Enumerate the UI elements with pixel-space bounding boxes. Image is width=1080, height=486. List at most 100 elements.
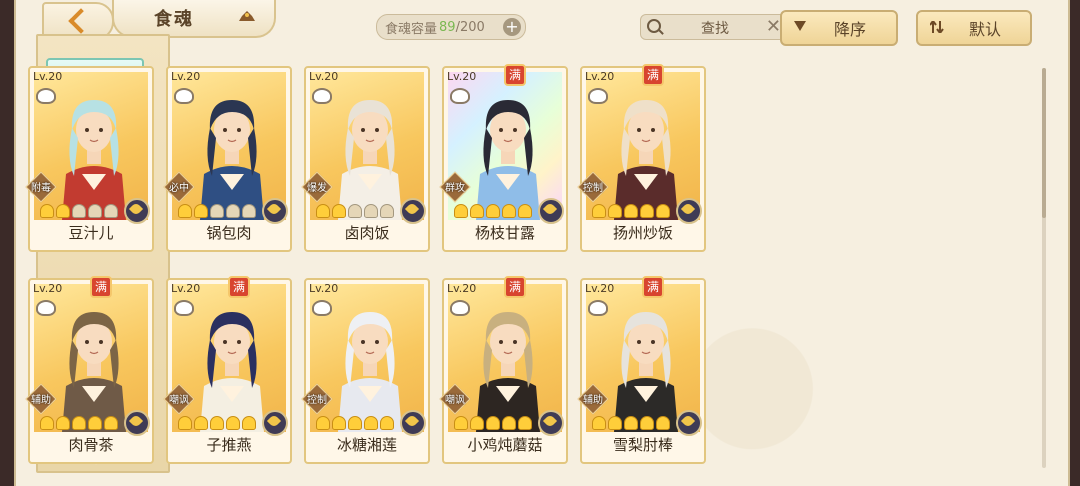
soul-card[interactable]: Lv.20 爆发 卤肉饭 [301,66,430,252]
star-icon [502,416,516,430]
star-icon [40,204,54,218]
star-rating [40,416,126,430]
star-icon [72,204,86,218]
capacity-max: /200 [455,19,485,35]
character-portrait [338,312,402,432]
role-badge: 辅助 [25,383,57,415]
search-icon [647,19,661,33]
star-icon [656,416,670,430]
element-icon [538,198,564,224]
character-portrait [200,312,264,432]
sort-arrows-icon [930,21,944,33]
add-capacity-button[interactable]: + [503,18,521,36]
soul-card[interactable]: Lv.20 满 嘲讽 小鸡炖蘑菇 [439,278,568,464]
star-icon [242,416,256,430]
max-badge: 满 [506,66,524,84]
page-title: 食魂 [154,9,194,30]
soul-card[interactable]: Lv.20 满 控制 扬州炒饭 [577,66,706,252]
role-badge: 辅助 [577,383,609,415]
star-icon [454,204,468,218]
element-icon [124,198,150,224]
soul-card[interactable]: Lv.20 满 辅助 雪梨肘棒 [577,278,706,464]
food-bowl-icon [450,88,470,104]
star-icon [454,416,468,430]
character-portrait [200,100,264,220]
card-name: 卤肉饭 [344,224,390,242]
star-icon [332,416,346,430]
star-rating [40,204,126,218]
card-name: 锅包肉 [206,224,252,242]
star-icon [178,204,192,218]
character-portrait [338,100,402,220]
character-portrait [614,312,678,432]
star-icon [316,204,330,218]
star-icon [624,204,638,218]
character-portrait [62,312,126,432]
role-label: 附毒 [31,183,51,194]
star-rating [178,204,264,218]
star-icon [226,416,240,430]
card-name: 扬州炒饭 [612,224,673,242]
card-level: Lv.20 [585,282,615,295]
game-frame: 食魂 食魂容量 89 /200 + 查找 ✕ 降序 默认 Lv.20 附毒 豆汁… [14,0,1070,486]
soul-card[interactable]: Lv.20 满 嘲讽 子推燕 [163,278,292,464]
star-icon [470,416,484,430]
hat-icon [239,11,255,21]
sort-order-button[interactable]: 降序 [780,10,898,46]
search-box[interactable]: 查找 ✕ [640,14,788,40]
sort-order-label: 降序 [833,20,866,39]
star-icon [40,416,54,430]
soul-card[interactable]: Lv.20 必中 锅包肉 [163,66,292,252]
role-label: 控制 [583,183,603,194]
card-level: Lv.20 [171,282,201,295]
role-label: 嘲讽 [169,395,189,406]
star-rating [178,416,264,430]
star-icon [194,204,208,218]
triangle-down-icon [794,21,806,31]
star-icon [210,204,224,218]
role-label: 群攻 [445,183,465,194]
search-input[interactable]: 查找 [701,18,729,38]
clear-search-icon[interactable]: ✕ [766,16,781,37]
star-icon [592,416,606,430]
capacity-label: 食魂容量 [385,21,438,37]
max-badge: 满 [230,278,248,296]
card-name: 杨枝甘露 [474,224,535,242]
star-icon [608,204,622,218]
role-badge: 嘲讽 [439,383,471,415]
star-icon [56,416,70,430]
star-rating [454,416,540,430]
card-level: Lv.20 [309,282,339,295]
soul-card[interactable]: Lv.20 满 群攻 杨枝甘露 [439,66,568,252]
element-icon [676,198,702,224]
star-icon [518,204,532,218]
soul-card[interactable]: Lv.20 控制 冰糖湘莲 [301,278,430,464]
star-icon [210,416,224,430]
role-label: 爆发 [307,183,327,194]
food-bowl-icon [36,88,56,104]
character-portrait [476,312,540,432]
star-icon [332,204,346,218]
star-icon [486,204,500,218]
role-label: 控制 [307,395,327,406]
sort-default-label: 默认 [968,20,1001,39]
max-badge: 满 [506,278,524,296]
character-portrait [62,100,126,220]
scrollbar-thumb[interactable] [1042,68,1046,218]
food-bowl-icon [174,88,194,104]
sort-default-button[interactable]: 默认 [916,10,1032,46]
soul-card[interactable]: Lv.20 附毒 豆汁儿 [25,66,154,252]
star-rating [316,416,402,430]
capacity-current: 89 [439,19,456,35]
star-icon [72,416,86,430]
card-level: Lv.20 [33,282,63,295]
scrollbar[interactable] [1042,68,1046,468]
role-badge: 必中 [163,171,195,203]
star-icon [640,416,654,430]
food-bowl-icon [450,300,470,316]
star-icon [316,416,330,430]
card-level: Lv.20 [309,70,339,83]
capacity-display: 食魂容量 89 /200 + [376,14,526,40]
star-icon [502,204,516,218]
soul-card[interactable]: Lv.20 满 辅助 肉骨茶 [25,278,154,464]
